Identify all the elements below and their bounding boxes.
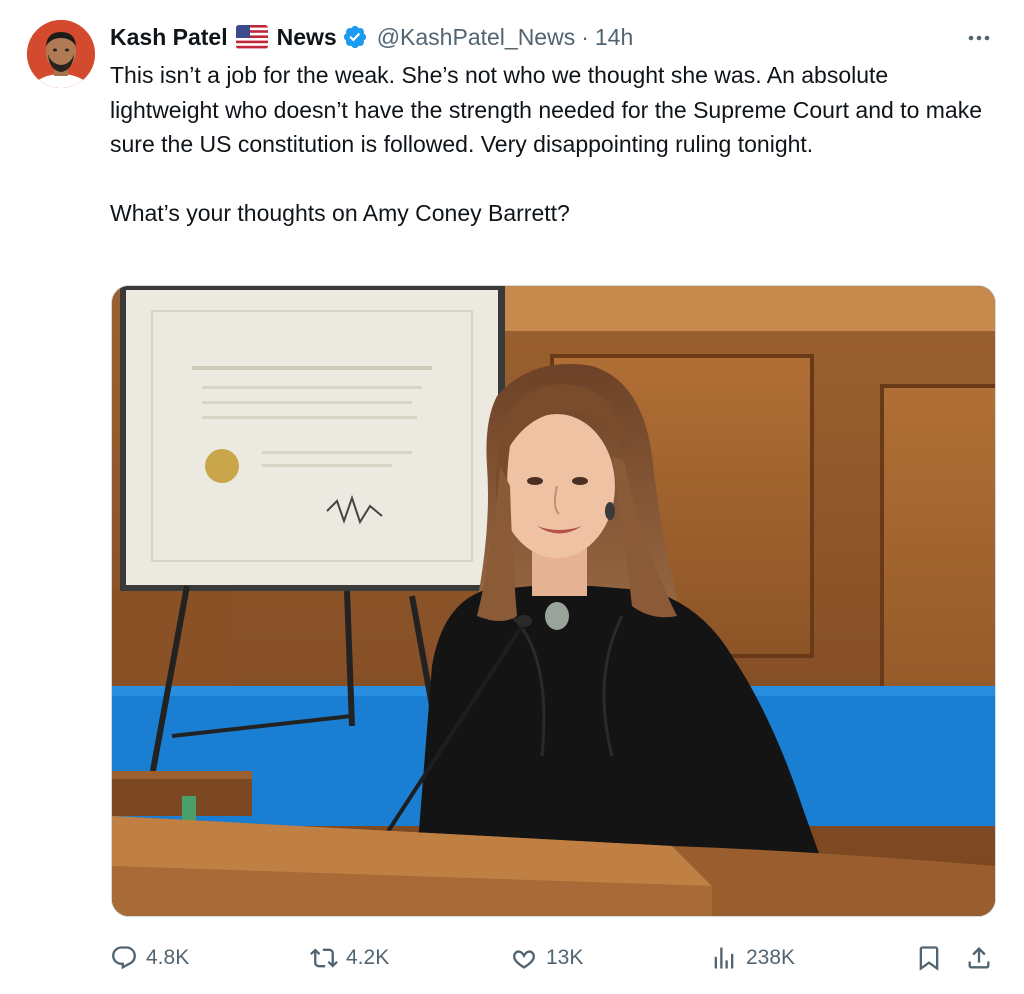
heart-icon: [513, 950, 535, 969]
tweet-timestamp[interactable]: 14h: [595, 24, 633, 51]
tweet-paragraph-1: This isn’t a job for the weak. She’s not…: [110, 62, 982, 157]
views-button[interactable]: 238K: [710, 940, 795, 976]
views-chart-icon: [714, 947, 734, 969]
tweet-text: This isn’t a job for the weak. She’s not…: [110, 58, 990, 231]
share-button[interactable]: [965, 940, 993, 976]
reply-button[interactable]: 4.8K: [110, 940, 189, 976]
author-handle[interactable]: @KashPatel_News: [377, 24, 576, 51]
bookmark-icon: [919, 946, 939, 971]
share-icon: [968, 947, 990, 969]
more-options-icon[interactable]: [962, 26, 996, 50]
separator-dot: ·: [581, 23, 589, 50]
repost-button[interactable]: 4.2K: [310, 940, 389, 976]
repost-count: 4.2K: [346, 946, 390, 969]
verified-badge-icon[interactable]: [342, 24, 368, 50]
tweet-header: Kash Patel News @KashPatel_News · 14h: [110, 22, 990, 52]
like-button[interactable]: 13K: [510, 940, 583, 976]
bookmark-button[interactable]: [915, 940, 943, 976]
reply-count: 4.8K: [146, 946, 190, 969]
author-name[interactable]: Kash Patel: [110, 24, 228, 51]
reply-icon: [112, 946, 136, 970]
like-count: 13K: [546, 946, 584, 969]
tweet-actions: 4.8K 4.2K 13K 238K: [110, 940, 1000, 976]
views-count: 238K: [746, 946, 796, 969]
author-avatar[interactable]: [27, 20, 95, 88]
author-name-suffix[interactable]: News: [277, 24, 337, 51]
tweet-photo[interactable]: [111, 285, 996, 917]
tweet-paragraph-2: What’s your thoughts on Amy Coney Barret…: [110, 200, 570, 226]
repost-icon: [310, 948, 338, 968]
us-flag-icon: [235, 25, 268, 49]
